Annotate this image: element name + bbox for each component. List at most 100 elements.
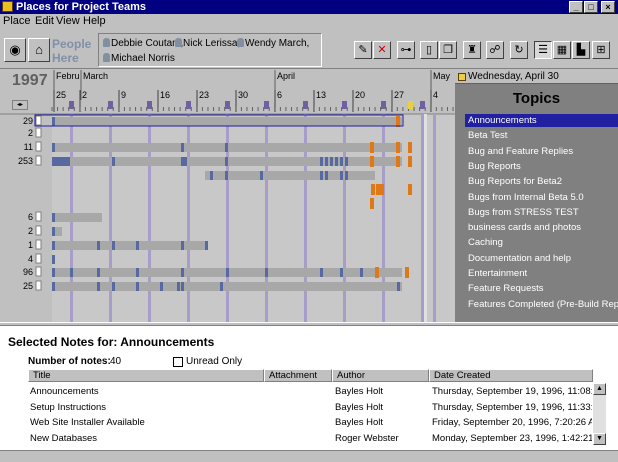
note-marker <box>52 213 55 222</box>
topic-item[interactable]: Bug Reports for Beta2 <box>465 175 618 188</box>
scroll-up-button[interactable]: ▲ <box>593 383 606 395</box>
home-icon: ⌂ <box>35 42 43 57</box>
note-marker <box>335 157 338 166</box>
note-author: Bayles Holt <box>335 417 384 428</box>
note-marker <box>52 143 55 152</box>
unread-note-marker <box>370 156 374 167</box>
column-header-author[interactable]: Author <box>332 369 429 382</box>
note-author: Roger Webster <box>335 432 399 444</box>
note-marker <box>265 268 268 277</box>
day-label: 2 <box>82 90 87 100</box>
unread-note-marker <box>408 184 412 195</box>
person-chip[interactable]: Wendy March, <box>237 38 309 49</box>
row-count: 6 <box>28 212 33 222</box>
note-marker <box>97 268 100 277</box>
note-marker <box>225 143 228 152</box>
note-marker <box>181 143 184 152</box>
tree-view-button[interactable]: ⊞ <box>592 41 610 59</box>
menu-edit[interactable]: Edit <box>35 15 54 27</box>
note-marker <box>52 117 55 126</box>
refresh-button[interactable]: ↻ <box>510 41 528 59</box>
day-label: 16 <box>160 90 170 100</box>
person-chip[interactable]: Debbie Coutant, <box>103 38 183 49</box>
month-label: March <box>83 71 108 81</box>
scroll-down-button[interactable]: ▼ <box>593 433 606 445</box>
chart-view-button[interactable]: ▙ <box>572 41 590 59</box>
people-here-label: People Here <box>52 37 92 65</box>
timeline-grid: Febru March April May25 2 9 16 23 30 6 13 20 27 42921… <box>0 70 455 322</box>
topic-item[interactable]: Caching <box>465 236 618 249</box>
topics-panel: Wednesday, April 30 Topics Announcements… <box>455 70 618 322</box>
home-button[interactable]: ⌂ <box>28 38 50 62</box>
search-button[interactable]: ⊶ <box>397 41 415 59</box>
year-label: 1997 <box>12 72 48 89</box>
globe-button[interactable]: ◉ <box>4 38 26 62</box>
topic-item[interactable]: Entertainment <box>465 267 618 280</box>
topic-item[interactable]: Documentation and help <box>465 252 618 265</box>
notes-scrollbar[interactable]: ▲ ▼ <box>593 383 606 445</box>
timeline-view-button[interactable]: ☰ <box>534 41 552 59</box>
row-count: 25 <box>23 281 33 291</box>
topic-item[interactable]: Bug Reports <box>465 160 618 173</box>
topic-item[interactable]: Feature Requests <box>465 282 618 295</box>
today-marker <box>408 101 413 109</box>
maximize-button[interactable]: □ <box>584 1 598 13</box>
note-marker <box>67 157 70 166</box>
month-label: April <box>277 71 295 81</box>
menu-place[interactable]: Place <box>3 15 31 27</box>
row-count: 2 <box>28 128 33 138</box>
person-icon <box>103 53 110 62</box>
menu-view[interactable]: View <box>56 15 80 27</box>
person-chip[interactable]: Michael Norris <box>103 53 175 64</box>
note-marker <box>52 241 55 250</box>
weekend-header-marker <box>225 101 230 109</box>
topic-item[interactable]: Bugs from STRESS TEST <box>465 206 618 219</box>
note-marker <box>260 171 263 180</box>
new-note-button[interactable]: ▯ <box>420 41 438 59</box>
topic-item[interactable]: Announcements <box>465 114 618 127</box>
note-marker <box>160 282 163 291</box>
topic-item[interactable]: Bugs from Internal Beta 5.0 <box>465 191 618 204</box>
copy-note-button[interactable]: ❐ <box>439 41 457 59</box>
note-marker <box>55 157 58 166</box>
minimize-button[interactable]: _ <box>569 1 583 13</box>
unread-only-label[interactable]: Unread Only <box>186 356 242 367</box>
edit-icon: ✎ <box>358 44 368 56</box>
unread-note-marker <box>375 267 379 278</box>
table-row[interactable]: Setup Instructions Bayles Holt Thursday, S… <box>28 401 593 415</box>
topic-item[interactable]: business cards and photos <box>465 221 618 234</box>
note-title: Setup Instructions <box>30 401 107 413</box>
column-header-date[interactable]: Date Created <box>429 369 593 382</box>
menu-help[interactable]: Help <box>83 15 106 27</box>
edit-note-button[interactable]: ✎ <box>354 41 372 59</box>
topic-item[interactable]: Beta Test <box>465 129 618 142</box>
weekend-header-marker <box>381 101 386 109</box>
note-marker <box>330 157 333 166</box>
topic-item[interactable]: Bug and Feature Replies <box>465 145 618 158</box>
trash-button[interactable]: ♜ <box>463 41 481 59</box>
note-marker <box>220 282 223 291</box>
person-chip[interactable]: Nick Lerissa, <box>175 38 240 49</box>
grid-view-button[interactable]: ▦ <box>553 41 571 59</box>
note-marker <box>325 171 328 180</box>
close-button[interactable]: × <box>601 1 615 13</box>
table-row[interactable]: New Databases Roger Webster Monday, Septem… <box>28 432 593 446</box>
day-label: 30 <box>238 90 248 100</box>
reply-button[interactable]: ☍ <box>486 41 504 59</box>
note-date: Thursday, September 19, 1996, 11:08:22 A… <box>432 386 592 397</box>
column-header-title[interactable]: Title <box>28 369 264 382</box>
topic-item[interactable]: Features Completed (Pre-Build Report) <box>465 298 618 311</box>
note-marker <box>136 282 139 291</box>
table-row[interactable]: Web Site Installer Available Bayles Holt F… <box>28 416 593 430</box>
timeline-panel[interactable]: Febru March April May 25 2 9 16 23 30 6 13 20 27 4 29 2 1… <box>0 70 455 322</box>
row-count: 11 <box>24 142 33 152</box>
delete-note-button[interactable]: ✕ <box>373 41 391 59</box>
unread-note-marker <box>408 142 412 153</box>
column-header-attachment[interactable]: Attachment <box>264 369 332 382</box>
table-row[interactable]: Announcements Bayles Holt Thursday, Septem… <box>28 385 593 399</box>
unread-note-marker <box>396 156 400 167</box>
scroll-left-arrow[interactable]: ◂▸ <box>12 100 28 110</box>
unread-only-checkbox[interactable] <box>173 357 183 367</box>
note-marker <box>52 255 55 264</box>
note-title: Announcements <box>30 386 99 397</box>
